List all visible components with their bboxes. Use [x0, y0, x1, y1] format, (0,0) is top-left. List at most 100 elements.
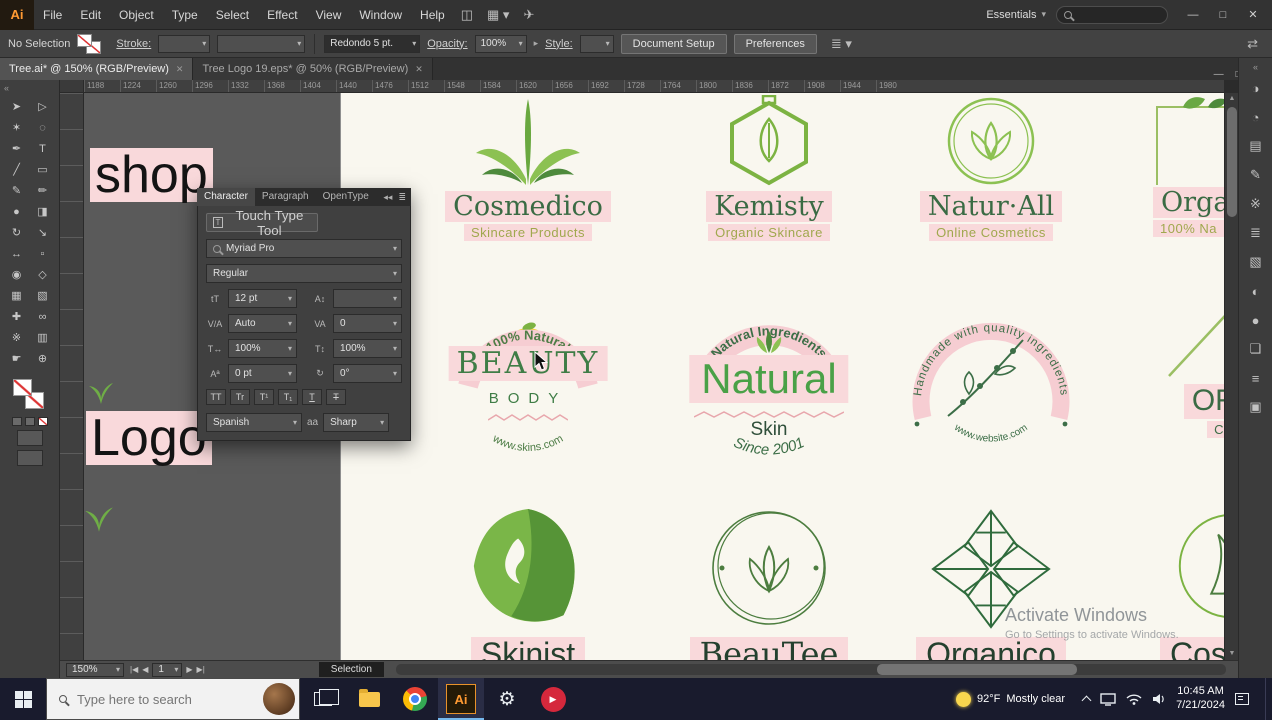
weather-widget[interactable]: 92°F Mostly clear	[956, 691, 1073, 707]
badge-handmade[interactable]: Handmade with quality ingredients www.we…	[903, 298, 1079, 474]
start-button[interactable]	[0, 678, 46, 720]
color-panel-icon[interactable]: ◑	[1245, 78, 1267, 98]
tracking-select[interactable]: 0	[333, 314, 402, 333]
drawing-modes-button[interactable]	[16, 430, 43, 446]
gradient-tool[interactable]: ▧	[30, 285, 56, 306]
logo-title[interactable]: Kemisty	[706, 191, 832, 223]
color-mode-button[interactable]	[11, 417, 22, 426]
character-panel[interactable]: Character Paragraph OpenType ◂◂ ≣ T Touch …	[197, 188, 411, 441]
logo-subtitle[interactable]: Skincare Products	[464, 224, 592, 242]
media-player-button[interactable]: ▶	[530, 678, 576, 720]
workspace-switcher[interactable]: Essentials ▾	[986, 9, 1046, 21]
stroke-panel-icon[interactable]: ≣	[1245, 223, 1267, 243]
layers-panel-icon[interactable]: ≡	[1245, 368, 1267, 388]
badge-subtitle[interactable]: BODY	[489, 390, 568, 407]
preferences-button[interactable]: Preferences	[733, 33, 817, 54]
badge-title[interactable]: BEAUTY	[448, 346, 608, 381]
wifi-tray-icon[interactable]	[1126, 693, 1142, 705]
blend-tool[interactable]: ∞	[30, 306, 56, 327]
appearance-panel-icon[interactable]: ●	[1245, 310, 1267, 330]
style-label[interactable]: Style:	[545, 38, 573, 50]
font-family-select[interactable]: Myriad Pro	[206, 239, 402, 258]
superscript-toggle[interactable]: T¹	[254, 389, 274, 405]
vertical-scrollbar[interactable]: ▲ ▼	[1224, 93, 1238, 660]
badge-orga-clipped[interactable]: ORGA Cosme	[1141, 298, 1224, 473]
first-artboard-button[interactable]: |◀	[130, 665, 138, 674]
logo-title[interactable]: Natur·All	[919, 191, 1063, 223]
artboard-canvas[interactable]: Cosmedico Skincare Products Kemisty Orga…	[340, 93, 1224, 660]
badge-subtitle[interactable]: Cosme	[1207, 420, 1224, 438]
leaf-face-icon[interactable]	[463, 505, 593, 633]
menu-item[interactable]: View	[307, 0, 351, 30]
paintbrush-tool[interactable]: ✎	[4, 180, 30, 201]
mesh-tool[interactable]: ▦	[4, 285, 30, 306]
screen-mode-button[interactable]	[16, 450, 43, 466]
kerning-select[interactable]: Auto	[228, 314, 297, 333]
width-tool[interactable]: ↔	[4, 243, 30, 264]
line-segment-tool[interactable]: ╱	[4, 159, 30, 180]
pencil-tool[interactable]: ✏	[30, 180, 56, 201]
collapse-panel-icon[interactable]: ◂◂	[383, 192, 392, 203]
transparency-panel-icon[interactable]: ◐	[1245, 281, 1267, 301]
artboards-panel-icon[interactable]: ▣	[1245, 397, 1267, 417]
leaf-sprig-artwork[interactable]	[88, 381, 114, 405]
eyedropper-tool[interactable]: ✚	[4, 306, 30, 327]
small-caps-toggle[interactable]: Tr	[230, 389, 250, 405]
opacity-label[interactable]: Opacity:	[427, 38, 467, 50]
aloe-plant-icon[interactable]	[468, 95, 588, 187]
logo-title[interactable]: Cosmedico	[445, 191, 611, 223]
antialias-select[interactable]: Sharp	[323, 413, 390, 432]
badge-title[interactable]: Natural	[689, 355, 849, 403]
direct-selection-tool[interactable]: ▷	[30, 96, 56, 117]
menu-item[interactable]: Window	[350, 0, 411, 30]
bridge-icon[interactable]: ◫	[454, 7, 480, 23]
all-caps-toggle[interactable]: TT	[206, 389, 226, 405]
menu-item[interactable]: Type	[163, 0, 207, 30]
search-highlight-avatar[interactable]	[263, 683, 295, 715]
fill-stroke-swatches[interactable]	[77, 33, 109, 55]
pen-tool[interactable]: ✒	[4, 138, 30, 159]
hexagon-leaf-icon[interactable]	[719, 95, 819, 187]
panel-menu-icon[interactable]: ≣	[398, 192, 406, 203]
scale-tool[interactable]: ↘	[30, 222, 56, 243]
collapse-tools-icon[interactable]: «	[0, 82, 59, 96]
character-panel-tab[interactable]: OpenType	[316, 188, 376, 206]
show-desktop-button[interactable]	[1265, 678, 1270, 720]
panel-options-icon[interactable]: ⇄	[1247, 36, 1258, 52]
menu-item[interactable]: Edit	[71, 0, 110, 30]
circle-lotus-sketch-icon[interactable]	[704, 503, 834, 633]
document-tab[interactable]: Tree Logo 19.eps* @ 50% (RGB/Preview) ✕	[193, 58, 433, 80]
menu-item[interactable]: Effect	[258, 0, 306, 30]
leading-select[interactable]	[333, 289, 402, 308]
menu-item[interactable]: Object	[110, 0, 163, 30]
character-rotation-select[interactable]: 0°	[333, 364, 402, 383]
shape-builder-tool[interactable]: ◉	[4, 264, 30, 285]
strikethrough-toggle[interactable]: T	[326, 389, 346, 405]
file-explorer-button[interactable]	[346, 678, 392, 720]
gpu-performance-icon[interactable]: ✈	[516, 7, 541, 23]
close-tab-icon[interactable]: ✕	[176, 64, 184, 75]
logo-natur-all[interactable]: Natur·All Online Cosmetics	[881, 95, 1101, 242]
document-setup-button[interactable]: Document Setup	[620, 33, 727, 54]
underline-toggle[interactable]: T	[302, 389, 322, 405]
lasso-tool[interactable]: ◌	[30, 117, 56, 138]
arrange-documents-icon[interactable]: ▦ ▾	[480, 7, 516, 23]
toolbar-fill-stroke[interactable]	[12, 379, 47, 413]
horizontal-scroll-thumb[interactable]	[877, 664, 1078, 675]
logo-title[interactable]: Skinist	[470, 636, 586, 660]
settings-button[interactable]: ⚙	[484, 678, 530, 720]
leaf-sprig-artwork[interactable]	[84, 505, 114, 533]
minimize-button[interactable]: —	[1178, 2, 1208, 28]
type-tool[interactable]: T	[30, 138, 56, 159]
menu-item[interactable]: File	[34, 0, 71, 30]
perspective-grid-tool[interactable]: ◇	[30, 264, 56, 285]
artwork-text-logo[interactable]: Logo	[86, 411, 212, 465]
vertical-scroll-thumb[interactable]	[1227, 107, 1237, 217]
menu-item[interactable]: Select	[207, 0, 258, 30]
touch-type-tool-button[interactable]: T Touch Type Tool	[206, 208, 318, 238]
close-button[interactable]: ✕	[1238, 2, 1268, 28]
chevron-right-icon[interactable]: ▸	[534, 38, 539, 49]
scroll-up-arrow[interactable]: ▲	[1225, 93, 1239, 105]
vertical-scale-select[interactable]: 100%	[333, 339, 402, 358]
fill-swatch[interactable]	[77, 33, 93, 47]
